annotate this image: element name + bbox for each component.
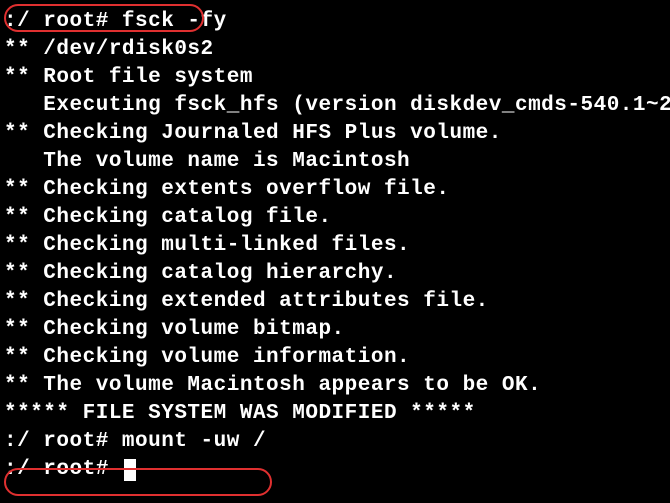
terminal-line-output: ** Root file system xyxy=(4,64,666,92)
terminal-line-output: Executing fsck_hfs (version diskdev_cmds… xyxy=(4,92,666,120)
cursor-icon xyxy=(124,459,136,481)
terminal-line-prompt-fsck: :/ root# fsck -fy xyxy=(4,8,666,36)
terminal-line-output: ** Checking extents overflow file. xyxy=(4,176,666,204)
terminal-line-output: ***** FILE SYSTEM WAS MODIFIED ***** xyxy=(4,400,666,428)
terminal-line-output: ** Checking volume information. xyxy=(4,344,666,372)
terminal-line-output: The volume name is Macintosh xyxy=(4,148,666,176)
terminal-line-output: ** Checking multi-linked files. xyxy=(4,232,666,260)
terminal-prompt-text: :/ root# xyxy=(4,458,122,481)
terminal-line-output: ** Checking extended attributes file. xyxy=(4,288,666,316)
terminal-line-output: ** Checking volume bitmap. xyxy=(4,316,666,344)
terminal-line-output: ** Checking catalog hierarchy. xyxy=(4,260,666,288)
terminal-line-output: ** /dev/rdisk0s2 xyxy=(4,36,666,64)
terminal-line-prompt-mount: :/ root# mount -uw / xyxy=(4,428,666,456)
terminal-line-output: ** The volume Macintosh appears to be OK… xyxy=(4,372,666,400)
terminal-line-output: ** Checking catalog file. xyxy=(4,204,666,232)
terminal-line-output: ** Checking Journaled HFS Plus volume. xyxy=(4,120,666,148)
terminal-line-prompt-active[interactable]: :/ root# xyxy=(4,456,666,484)
